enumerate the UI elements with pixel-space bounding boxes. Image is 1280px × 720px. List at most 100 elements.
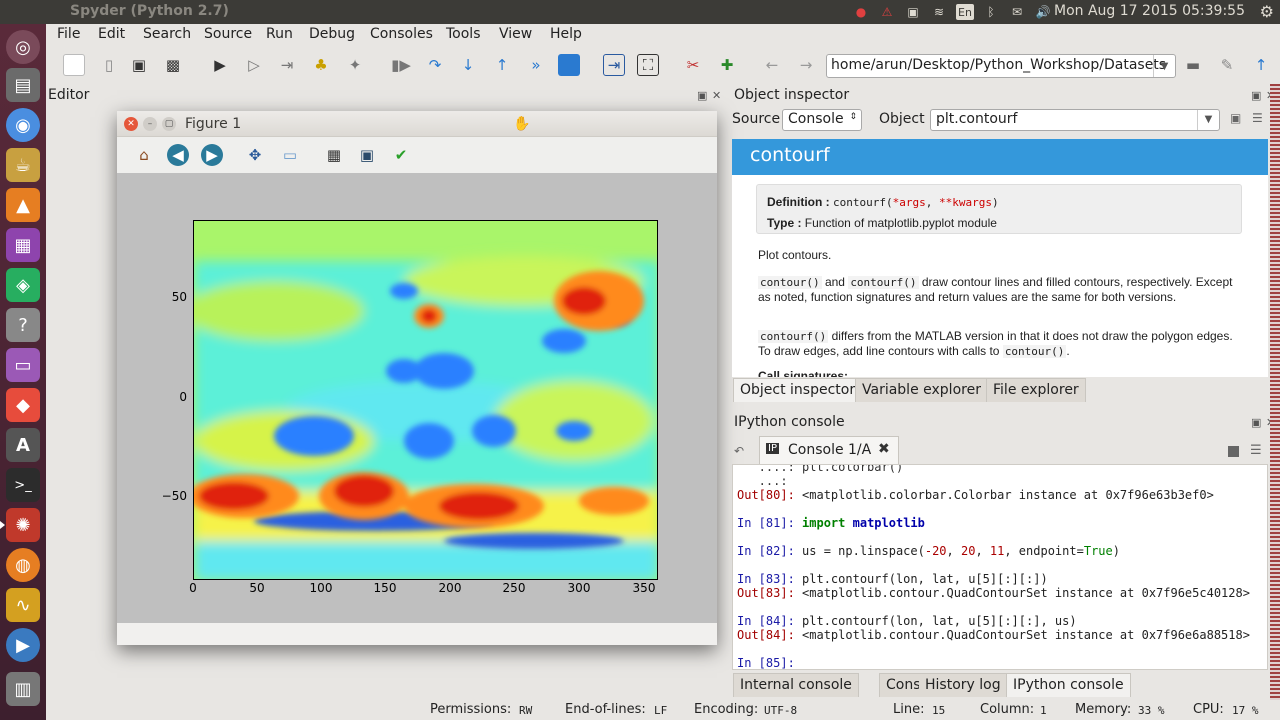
browse-folder-icon[interactable]: ▬ (1182, 54, 1204, 76)
forward-arrow-icon[interactable]: → (795, 54, 817, 76)
help-icon[interactable]: ? (6, 308, 40, 342)
trash-icon[interactable]: ▥ (6, 672, 40, 706)
object-input[interactable]: plt.contourf ▼ (930, 109, 1220, 131)
firefox-icon[interactable]: ◍ (6, 548, 40, 582)
save-all-icon[interactable]: ▩ (162, 54, 184, 76)
source-select[interactable]: Console ⇕ (782, 109, 862, 131)
python-icon[interactable]: ✎ (1216, 54, 1238, 76)
parent-dir-icon[interactable]: ↑ (1250, 54, 1272, 76)
console-tab[interactable]: IP Console 1/A ✖ (759, 436, 899, 464)
menu-help[interactable]: Help (550, 26, 582, 42)
run-selection-icon[interactable]: ⇥ (276, 54, 298, 76)
zoom-icon[interactable]: ▭ (279, 144, 301, 166)
step-into-icon[interactable]: ↓ (457, 54, 479, 76)
tab-internal-console[interactable]: Internal console (733, 673, 859, 697)
spyder-icon[interactable]: ✺ (0, 508, 40, 542)
editor-pane-close-icon[interactable]: ✕ (712, 89, 721, 102)
back-arrow-icon[interactable]: ← (761, 54, 783, 76)
clipboard-icon[interactable]: ▣ (904, 4, 922, 20)
record-icon[interactable]: ● (852, 4, 870, 20)
figure-titlebar[interactable]: ✕ – ▢ Figure 1 ✋ (117, 111, 717, 137)
software-center-icon[interactable]: ◆ (6, 388, 40, 422)
inspector-float-icon[interactable]: ▣ (1251, 89, 1261, 102)
cube-icon[interactable]: ◈ (6, 268, 40, 302)
menu-file[interactable]: File (57, 26, 80, 42)
close-tab-icon[interactable]: ✖ (878, 441, 890, 457)
pan-icon[interactable]: ✥ (244, 144, 266, 166)
warning-icon[interactable]: ⚠ (878, 4, 896, 20)
close-icon[interactable]: ✕ (124, 117, 138, 131)
stop-debug-icon[interactable] (558, 54, 580, 76)
run-cell-icon[interactable]: ♣ (310, 54, 332, 76)
console-line: In [85]: (737, 656, 802, 669)
power-gear-icon[interactable]: ⚙ (1260, 2, 1274, 21)
new-console-icon[interactable]: ↶ (734, 444, 744, 458)
y-tick-label: −50 (161, 489, 187, 503)
chevron-down-icon[interactable]: ▼ (1197, 110, 1219, 130)
mail-icon[interactable]: ✉ (1008, 4, 1026, 20)
home-icon[interactable]: ⌂ (133, 144, 155, 166)
player-icon[interactable]: ▶ (6, 628, 40, 662)
back-icon[interactable]: ◀ (167, 144, 189, 166)
run-config-icon[interactable]: ▷ (243, 54, 265, 76)
lock-icon[interactable]: ▣ (1230, 111, 1241, 125)
menu-tools[interactable]: Tools (446, 26, 481, 42)
profile-icon[interactable]: ✦ (344, 54, 366, 76)
tab-file-explorer[interactable]: File explorer (986, 378, 1086, 402)
menu-edit[interactable]: Edit (98, 26, 125, 42)
console-output[interactable]: ....: plt.colorbar() ...: Out[80]: <matp… (732, 464, 1268, 670)
system-clock[interactable]: Mon Aug 17 2015 05:39:55 (1054, 3, 1245, 19)
stop-kernel-icon[interactable] (1228, 446, 1239, 457)
step-icon[interactable]: ↷ (424, 54, 446, 76)
debug-icon[interactable]: ▮▶ (390, 54, 412, 76)
font-viewer-icon[interactable]: A (6, 428, 40, 462)
save-icon[interactable]: ▣ (128, 54, 150, 76)
terminal-icon[interactable]: >_ (6, 468, 40, 502)
teapot-icon[interactable]: ☕ (6, 148, 40, 182)
pythonpath-icon[interactable]: ✚ (716, 54, 738, 76)
menu-search[interactable]: Search (143, 26, 191, 42)
maximize-pane-icon[interactable]: ⇥ (603, 54, 625, 76)
figure-canvas[interactable]: 50 0 −50 0 50 100 150 200 250 300 350 (117, 173, 717, 623)
forward-icon[interactable]: ▶ (201, 144, 223, 166)
figure-window: ✕ – ▢ Figure 1 ✋ ⌂ ◀ ▶ ✥ ▭ ▦ ▣ ✔ 50 0 −5… (117, 111, 717, 645)
bluetooth-icon[interactable]: ᛒ (982, 4, 1000, 20)
editor-pane-float-icon[interactable]: ▣ (697, 89, 707, 102)
tab-variable-explorer[interactable]: Variable explorer (855, 378, 988, 402)
menu-debug[interactable]: Debug (309, 26, 355, 42)
menu-view[interactable]: View (499, 26, 532, 42)
wifi-icon[interactable]: ≋ (930, 4, 948, 20)
menu-run[interactable]: Run (266, 26, 293, 42)
new-file-icon[interactable] (63, 54, 85, 76)
wave-icon[interactable]: ∿ (6, 588, 40, 622)
subplots-icon[interactable]: ▦ (323, 144, 345, 166)
console-float-icon[interactable]: ▣ (1251, 416, 1261, 429)
tab-object-inspector[interactable]: Object inspector (733, 378, 863, 402)
fullscreen-icon[interactable]: ⛶ (637, 54, 659, 76)
maximize-icon[interactable]: ▢ (162, 117, 176, 131)
media-icon[interactable]: ▦ (6, 228, 40, 262)
menu-consoles[interactable]: Consoles (370, 26, 433, 42)
continue-icon[interactable]: » (525, 54, 547, 76)
keyboard-layout-indicator[interactable]: En (956, 4, 974, 20)
calendar-icon[interactable]: ▭ (6, 348, 40, 382)
volume-icon[interactable]: 🔊 (1034, 4, 1052, 20)
tab-history-log[interactable]: History log (919, 673, 1008, 697)
working-directory-field[interactable]: home/arun/Desktop/Python_Workshop/Datase… (826, 54, 1176, 78)
files-icon[interactable]: ▤ (6, 68, 40, 102)
run-icon[interactable]: ▶ (209, 54, 231, 76)
step-return-icon[interactable]: ↑ (491, 54, 513, 76)
menu-source[interactable]: Source (204, 26, 252, 42)
ubuntu-dash-icon[interactable]: ◎ (6, 30, 40, 64)
minimize-icon[interactable]: – (143, 117, 157, 131)
preferences-icon[interactable]: ✂ (682, 54, 704, 76)
tab-ipython-console[interactable]: IPython console (1006, 673, 1131, 697)
vlc-icon[interactable]: ▲ (6, 188, 40, 222)
save-figure-icon[interactable]: ▣ (356, 144, 378, 166)
chrome-icon[interactable]: ◉ (6, 108, 40, 142)
options-menu-icon[interactable]: ☰ (1252, 111, 1263, 125)
options-menu-icon[interactable]: ☰ (1250, 443, 1262, 458)
chevron-down-icon[interactable]: ▼ (1153, 55, 1175, 77)
edit-params-icon[interactable]: ✔ (390, 144, 412, 166)
open-file-icon[interactable]: ▯ (98, 54, 120, 76)
